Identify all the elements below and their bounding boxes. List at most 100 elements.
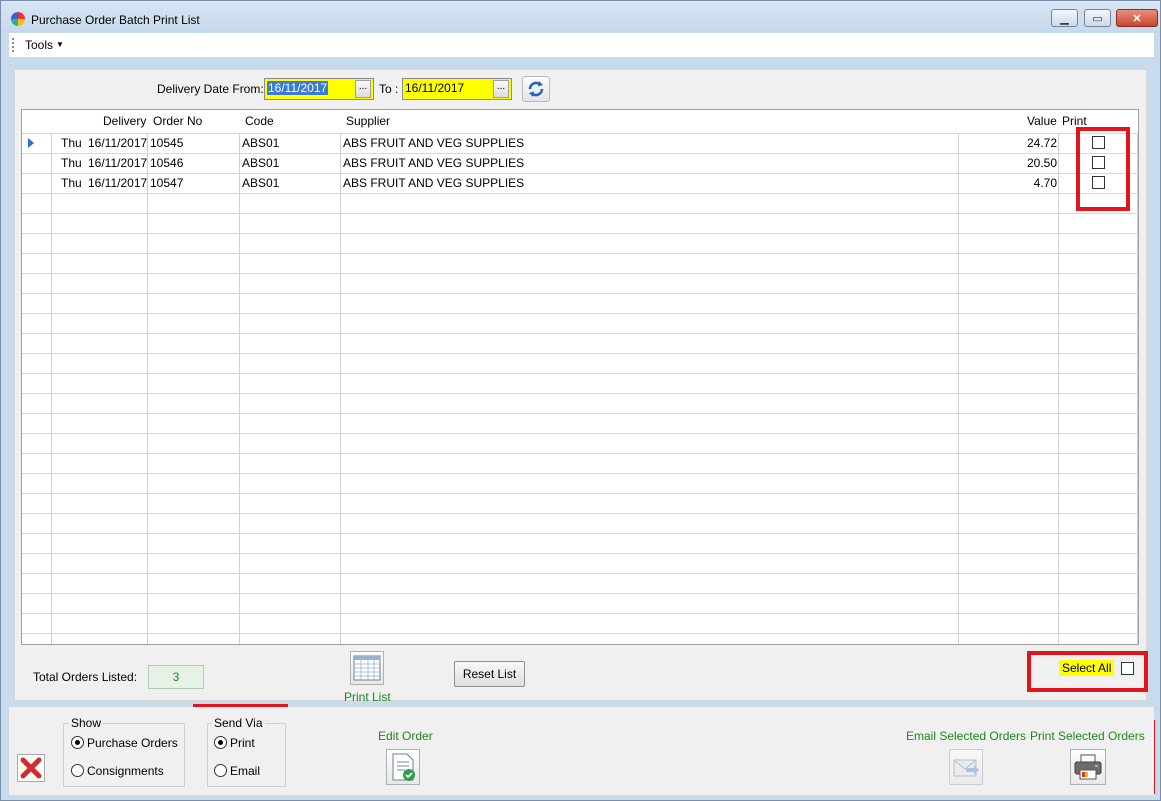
show-purchase-orders-radio[interactable] (71, 736, 84, 749)
edit-document-icon (392, 753, 415, 781)
grid-row-divider (22, 553, 1138, 554)
print-list-label: Print List (344, 690, 391, 704)
print-list-button[interactable] (350, 651, 384, 685)
grid-row-divider (22, 153, 1138, 154)
delivery-date-from-label: Delivery Date From: (157, 82, 264, 96)
tools-menu-label: Tools (25, 38, 54, 52)
row-value: 4.70 (1033, 176, 1057, 190)
refresh-icon (528, 81, 544, 97)
grid-row-divider (22, 413, 1138, 414)
row-code: ABS01 (242, 156, 280, 170)
reset-list-button[interactable]: Reset List (454, 661, 525, 687)
row-date: 16/11/2017 (88, 136, 148, 150)
column-header-print[interactable]: Print (1062, 114, 1087, 128)
edit-order-button[interactable] (386, 749, 420, 785)
row-supplier: ABS FRUIT AND VEG SUPPLIES (343, 136, 525, 150)
title-bar[interactable]: Purchase Order Batch Print List ▁ ▭ ✕ (1, 1, 1160, 33)
column-header-order-no[interactable]: Order No (153, 114, 202, 128)
show-consignments-radio[interactable] (71, 764, 84, 777)
print-list-icon (353, 655, 381, 681)
grid-row-divider (22, 593, 1138, 594)
grid-header: Delivery Order No Code Supplier Value Pr… (22, 110, 1138, 133)
row-supplier: ABS FRUIT AND VEG SUPPLIES (343, 156, 525, 170)
row-supplier: ABS FRUIT AND VEG SUPPLIES (343, 176, 525, 190)
grid-row-divider (22, 353, 1138, 354)
row-order-no: 10546 (150, 156, 184, 170)
select-all-checkbox[interactable] (1121, 662, 1134, 675)
grid-row-divider (22, 513, 1138, 514)
row-order-no: 10545 (150, 136, 184, 150)
column-header-supplier[interactable]: Supplier (346, 114, 390, 128)
column-header-value[interactable]: Value (1027, 114, 1057, 128)
window-title: Purchase Order Batch Print List (31, 13, 200, 27)
date-to-picker-button[interactable]: ... (493, 80, 509, 98)
grid-column-divider (340, 110, 341, 644)
print-selected-button[interactable] (1070, 749, 1106, 785)
grid-row-divider (22, 373, 1138, 374)
grid-column-divider (1058, 110, 1059, 644)
row-date: 16/11/2017 (88, 156, 148, 170)
printer-icon (1074, 754, 1102, 780)
grid-row-divider (22, 193, 1138, 194)
select-all-control[interactable]: Select All (1059, 660, 1139, 678)
row-date: 16/11/2017 (88, 176, 148, 190)
row-value: 20.50 (1026, 156, 1057, 170)
minimize-button[interactable]: ▁ (1051, 9, 1078, 27)
show-group-title: Show (69, 716, 104, 730)
grid-row-divider (22, 273, 1138, 274)
grid-row-divider (22, 253, 1138, 254)
grid-column-divider (1137, 110, 1138, 644)
row-day: Thu (61, 156, 82, 170)
print-column-highlight (1076, 127, 1130, 211)
row-day: Thu (61, 176, 82, 190)
send-via-email-radio[interactable] (214, 764, 227, 777)
chevron-down-icon: ▼ (56, 40, 64, 49)
tools-menu[interactable]: Tools ▼ (25, 38, 64, 52)
grid-column-divider (51, 110, 52, 644)
send-via-email-label: Email (230, 764, 261, 778)
date-from-value: 16/11/2017 (267, 81, 329, 95)
maximize-button[interactable]: ▭ (1084, 9, 1111, 27)
send-via-print-radio[interactable] (214, 736, 227, 749)
send-via-group-title: Send Via (212, 716, 265, 730)
total-orders-value: 3 (148, 665, 204, 689)
grid-row-divider (22, 393, 1138, 394)
current-row-indicator (28, 138, 34, 148)
row-code: ABS01 (242, 176, 280, 190)
row-code: ABS01 (242, 136, 280, 150)
exit-button[interactable] (17, 754, 45, 782)
grid-row-divider (22, 613, 1138, 614)
grid-row-divider (22, 433, 1138, 434)
edit-order-label: Edit Order (378, 729, 433, 743)
email-icon (953, 759, 979, 777)
grid-row-divider (22, 473, 1138, 474)
grid-row-divider (22, 173, 1138, 174)
grid-row-divider (22, 633, 1138, 634)
show-consignments-label: Consignments (87, 764, 164, 778)
column-header-code[interactable]: Code (245, 114, 274, 128)
grid-row-divider (22, 293, 1138, 294)
main-window: Purchase Order Batch Print List ▁ ▭ ✕ To… (0, 0, 1161, 801)
row-order-no: 10547 (150, 176, 184, 190)
grid-row-divider (22, 313, 1138, 314)
email-selected-label: Email Selected Orders (906, 729, 1027, 743)
email-selected-button[interactable] (949, 749, 983, 785)
close-button[interactable]: ✕ (1116, 9, 1158, 27)
column-header-delivery[interactable]: Delivery (103, 114, 146, 128)
date-from-picker-button[interactable]: ... (355, 80, 371, 98)
total-orders-label: Total Orders Listed: (33, 670, 138, 684)
grid-column-divider (147, 110, 148, 644)
refresh-button[interactable] (522, 76, 550, 102)
grid-row-divider (22, 533, 1138, 534)
send-via-print-label: Print (230, 736, 255, 750)
grid-column-divider (239, 110, 240, 644)
show-purchase-orders-label: Purchase Orders (87, 736, 178, 750)
row-value: 24.72 (1026, 136, 1057, 150)
app-icon (11, 12, 25, 26)
grid-column-divider (958, 110, 959, 644)
grid-row-divider (22, 573, 1138, 574)
menu-bar: Tools ▼ (9, 33, 1154, 57)
grid-row-divider (22, 333, 1138, 334)
menu-grip (12, 38, 14, 52)
print-selected-label: Print Selected Orders (1030, 729, 1145, 743)
